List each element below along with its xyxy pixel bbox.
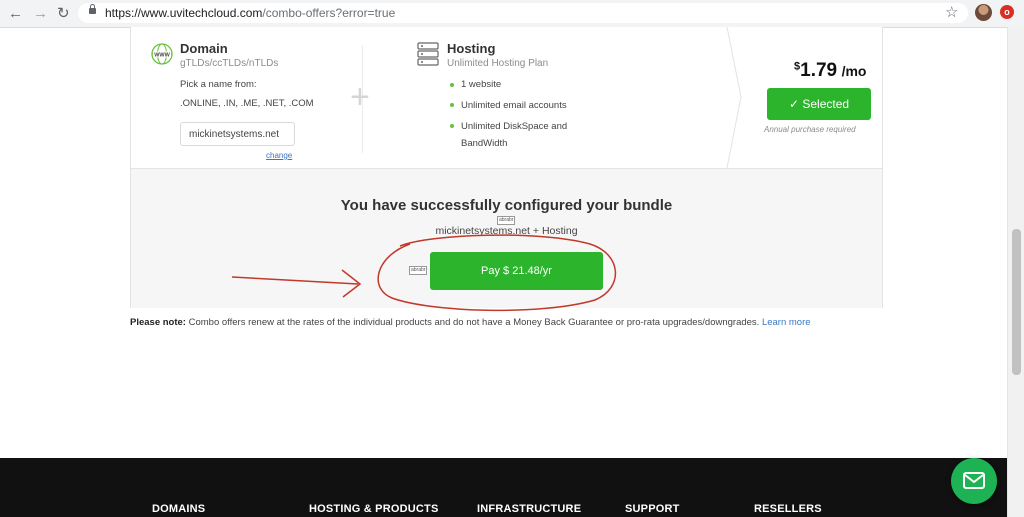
scrollbar-thumb[interactable] (1012, 229, 1021, 375)
footer-heading-domains[interactable]: DOMAINS (152, 503, 205, 515)
footer-heading-support[interactable]: SUPPORT (625, 503, 680, 515)
combo-card: WWW Domain gTLDs/ccTLDs/nTLDs Pick a nam… (130, 27, 883, 308)
svg-text:WWW: WWW (154, 53, 170, 59)
chat-button[interactable] (951, 458, 997, 504)
annual-note: Annual purchase required (764, 125, 856, 134)
combo-products: WWW Domain gTLDs/ccTLDs/nTLDs Pick a nam… (131, 27, 882, 168)
bullet-icon (450, 83, 454, 87)
browser-toolbar: ← → ↻ https://www.uvitechcloud.com/combo… (0, 0, 1024, 28)
profile-avatar[interactable] (975, 4, 992, 21)
price-display: $1.79 /mo (794, 60, 867, 81)
domain-subtitle: gTLDs/ccTLDs/nTLDs (180, 58, 279, 69)
pick-label: Pick a name from: (180, 79, 257, 90)
bundle-summary: You have successfully configured your bu… (131, 168, 882, 308)
footer-heading-hosting[interactable]: HOSTING & PRODUCTS (309, 503, 439, 515)
pay-button[interactable]: Pay $ 21.48/yr (430, 252, 603, 290)
check-icon: ✓ (788, 97, 803, 111)
hosting-feature: Unlimited DiskSpace and (461, 121, 568, 132)
www-globe-icon: WWW (151, 43, 173, 65)
back-arrow-icon[interactable]: ← (8, 5, 23, 22)
star-icon[interactable]: ☆ (945, 3, 958, 21)
bundle-summary-text: mickinetsystems.net + Hosting (435, 225, 578, 237)
plus-icon: + (350, 78, 370, 116)
footer-heading-infrastructure[interactable]: INFRASTRUCTURE (477, 503, 581, 515)
footer-heading-resellers[interactable]: RESELLERS (754, 503, 822, 515)
selected-button[interactable]: ✓ Selected (767, 88, 871, 120)
bullet-icon (450, 103, 454, 107)
site-footer: DOMAINS HOSTING & PRODUCTS INFRASTRUCTUR… (0, 458, 1007, 517)
domain-extensions: .ONLINE, .IN, .ME, .NET, .COM (180, 98, 314, 109)
success-message: You have successfully configured your bu… (340, 197, 673, 214)
server-icon (417, 42, 439, 66)
lock-icon (89, 4, 96, 14)
hosting-title: Hosting (447, 41, 496, 56)
learn-more-link[interactable]: Learn more (762, 317, 811, 328)
price-separator (726, 27, 742, 168)
domain-name-input[interactable] (180, 122, 295, 146)
forward-arrow-icon[interactable]: → (33, 5, 48, 22)
address-bar[interactable]: https://www.uvitechcloud.com/combo-offer… (78, 3, 968, 23)
reload-icon[interactable]: ↻ (57, 5, 70, 22)
domain-title: Domain (180, 41, 228, 56)
url-text: https://www.uvitechcloud.com/combo-offer… (105, 6, 396, 20)
change-domain-link[interactable]: change (266, 151, 292, 160)
bullet-icon (450, 124, 454, 128)
combo-note: Please note: Combo offers renew at the r… (130, 317, 811, 328)
hosting-feature: Unlimited email accounts (461, 100, 567, 111)
hosting-feature: BandWidth (461, 138, 508, 149)
envelope-icon (963, 472, 985, 489)
debug-tag: abrabr (409, 266, 428, 275)
hosting-feature: 1 website (461, 79, 502, 90)
debug-tag: abrabr (497, 216, 516, 225)
page-scrollbar[interactable] (1007, 27, 1024, 517)
hosting-subtitle: Unlimited Hosting Plan (447, 58, 549, 69)
extension-icon[interactable]: o (1000, 5, 1014, 19)
